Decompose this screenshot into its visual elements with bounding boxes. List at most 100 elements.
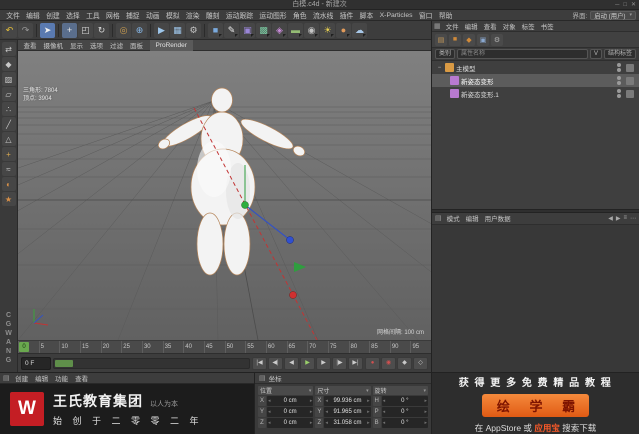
size-x-field[interactable]: 99.936 cm <box>324 396 371 406</box>
polygons-mode-icon[interactable]: △ <box>1 132 16 146</box>
viewport-menu-item[interactable]: 显示 <box>67 40 87 50</box>
points-mode-icon[interactable]: ∴ <box>1 102 16 116</box>
deformer-icon[interactable]: ◈ <box>272 22 287 38</box>
menu-item[interactable]: 脚本 <box>356 10 376 20</box>
object-manager-menu-item[interactable]: 对象 <box>500 21 519 31</box>
viewport-menu-item[interactable]: 查看 <box>20 40 40 50</box>
tree-row[interactable]: − 主模型 <box>432 61 639 74</box>
preview-range[interactable] <box>55 359 73 367</box>
object-manager-menu-item[interactable]: 标签 <box>519 21 538 31</box>
plugin-icon[interactable]: ★ <box>1 192 16 206</box>
viewport-solo-icon[interactable]: ◐ <box>1 177 16 191</box>
live-selection-icon[interactable]: ➤ <box>40 22 55 38</box>
rotation-p-field[interactable]: 0 ° <box>381 407 428 417</box>
power-slider[interactable] <box>53 357 250 369</box>
current-frame-field[interactable]: 0 F <box>21 356 51 370</box>
menu-item[interactable]: 流水线 <box>310 10 337 20</box>
floor-icon[interactable]: ▬ <box>288 22 303 38</box>
size-z-field[interactable]: 31.058 cm <box>324 418 371 428</box>
menu-item[interactable]: 雕刻 <box>203 10 223 20</box>
om-settings-icon[interactable]: ⚙ <box>491 33 503 46</box>
next-key-button[interactable]: |▶ <box>332 356 347 370</box>
position-header[interactable]: 位置 ▾ <box>258 386 314 395</box>
visibility-toggles[interactable] <box>617 76 621 85</box>
tree-row[interactable]: 新姿态变形.1 <box>432 87 639 100</box>
menu-item[interactable]: 工具 <box>83 10 103 20</box>
camera-icon[interactable]: ◉ <box>304 22 319 38</box>
rotate-icon[interactable]: ↻ <box>94 22 109 38</box>
object-manager-menu-item[interactable]: 书签 <box>538 21 557 31</box>
prev-frame-button[interactable]: ◀ <box>284 356 299 370</box>
tag-icon[interactable] <box>626 89 634 98</box>
coord-system-icon[interactable]: ⊕ <box>132 22 147 38</box>
visibility-toggles[interactable] <box>617 89 621 98</box>
maximize-button[interactable]: □ <box>623 0 627 10</box>
om-object-icon[interactable]: ■ <box>449 33 461 46</box>
am-forward-icon[interactable]: ▶ <box>616 215 621 222</box>
material-menu-item[interactable]: 查看 <box>72 373 92 383</box>
size-header[interactable]: 尺寸 ▾ <box>315 386 371 395</box>
key-filter-rotation-button[interactable]: ◇ <box>413 356 428 370</box>
move-icon[interactable]: + <box>62 22 77 38</box>
menu-item[interactable]: 渲染 <box>183 10 203 20</box>
goto-start-button[interactable]: |◀ <box>252 356 267 370</box>
ad-badge[interactable]: 绘 学 霸 <box>481 393 590 417</box>
viewport-menu-item[interactable]: 面板 <box>127 40 147 50</box>
rotation-h-field[interactable]: 0 ° <box>381 396 428 406</box>
menu-item[interactable]: 帮助 <box>436 10 456 20</box>
texture-mode-icon[interactable]: ▨ <box>1 72 16 86</box>
visibility-toggles[interactable] <box>617 63 621 72</box>
snap-icon[interactable]: ≈ <box>1 162 16 176</box>
key-filter-position-button[interactable]: ◆ <box>397 356 412 370</box>
light-icon[interactable]: ☀ <box>320 22 335 38</box>
om-layer-icon[interactable]: ▤ <box>435 33 447 46</box>
menu-item[interactable]: 运动图形 <box>256 10 290 20</box>
menu-item[interactable]: 创建 <box>43 10 63 20</box>
scale-icon[interactable]: ◰ <box>78 22 93 38</box>
prev-key-button[interactable]: ◀| <box>268 356 283 370</box>
menu-item[interactable]: 捕捉 <box>123 10 143 20</box>
menu-item[interactable]: 角色 <box>290 10 310 20</box>
object-manager-menu-item[interactable]: 编辑 <box>462 21 481 31</box>
layout-dropdown[interactable]: 启动 (用户) ▾ <box>590 10 636 20</box>
size-y-field[interactable]: 91.965 cm <box>324 407 371 417</box>
viewport-menu-item[interactable]: 摄像机 <box>40 40 67 50</box>
object-manager-menu-item[interactable]: 文件 <box>443 21 462 31</box>
tag-icon[interactable] <box>626 76 634 85</box>
material-menu-item[interactable]: 编辑 <box>32 373 52 383</box>
last-tool-icon[interactable]: ◎ <box>116 22 131 38</box>
menu-item[interactable]: 编辑 <box>23 10 43 20</box>
viewport-menu-item[interactable]: 过滤 <box>107 40 127 50</box>
attribute-manager-menu-item[interactable]: 用户数据 <box>482 213 514 223</box>
play-button[interactable]: ▶ <box>300 356 315 370</box>
expander-icon[interactable]: − <box>436 65 443 71</box>
menu-item[interactable]: 窗口 <box>416 10 436 20</box>
tag-icon[interactable] <box>626 63 634 72</box>
filter-v-button[interactable]: V <box>589 49 602 59</box>
next-frame-button[interactable]: ▶ <box>316 356 331 370</box>
menu-item[interactable]: 动画 <box>143 10 163 20</box>
material-menu-item[interactable]: 创建 <box>12 373 32 383</box>
viewport-menu-item[interactable]: 选项 <box>87 40 107 50</box>
model-mode-icon[interactable]: ◆ <box>1 57 16 71</box>
spline-pen-icon[interactable]: ✎ <box>224 22 239 38</box>
prorender-tab[interactable]: ProRender <box>149 39 193 51</box>
workplane-mode-icon[interactable]: ▱ <box>1 87 16 101</box>
menu-item[interactable]: 文件 <box>3 10 23 20</box>
redo-icon[interactable]: ↷ <box>18 22 33 38</box>
position-x-field[interactable]: 0 cm <box>267 396 314 406</box>
menu-item[interactable]: 模拟 <box>163 10 183 20</box>
close-button[interactable]: ✕ <box>631 0 636 10</box>
array-icon[interactable]: ▩ <box>256 22 271 38</box>
sky-icon[interactable]: ☁ <box>352 22 367 38</box>
tag-filter-button[interactable]: 结构标签 <box>603 49 636 59</box>
object-manager-menu-item[interactable]: 查看 <box>481 21 500 31</box>
record-keyframe-button[interactable]: ● <box>365 356 380 370</box>
rotation-header[interactable]: 旋转 ▾ <box>372 386 428 395</box>
rotation-b-field[interactable]: 0 ° <box>381 418 428 428</box>
attribute-manager-menu-item[interactable]: 模式 <box>444 213 463 223</box>
menu-item[interactable]: 运动跟踪 <box>223 10 257 20</box>
minimize-button[interactable]: ─ <box>615 0 619 10</box>
om-character-icon[interactable]: ◆ <box>463 33 475 46</box>
om-tag-icon[interactable]: ▣ <box>477 33 489 46</box>
